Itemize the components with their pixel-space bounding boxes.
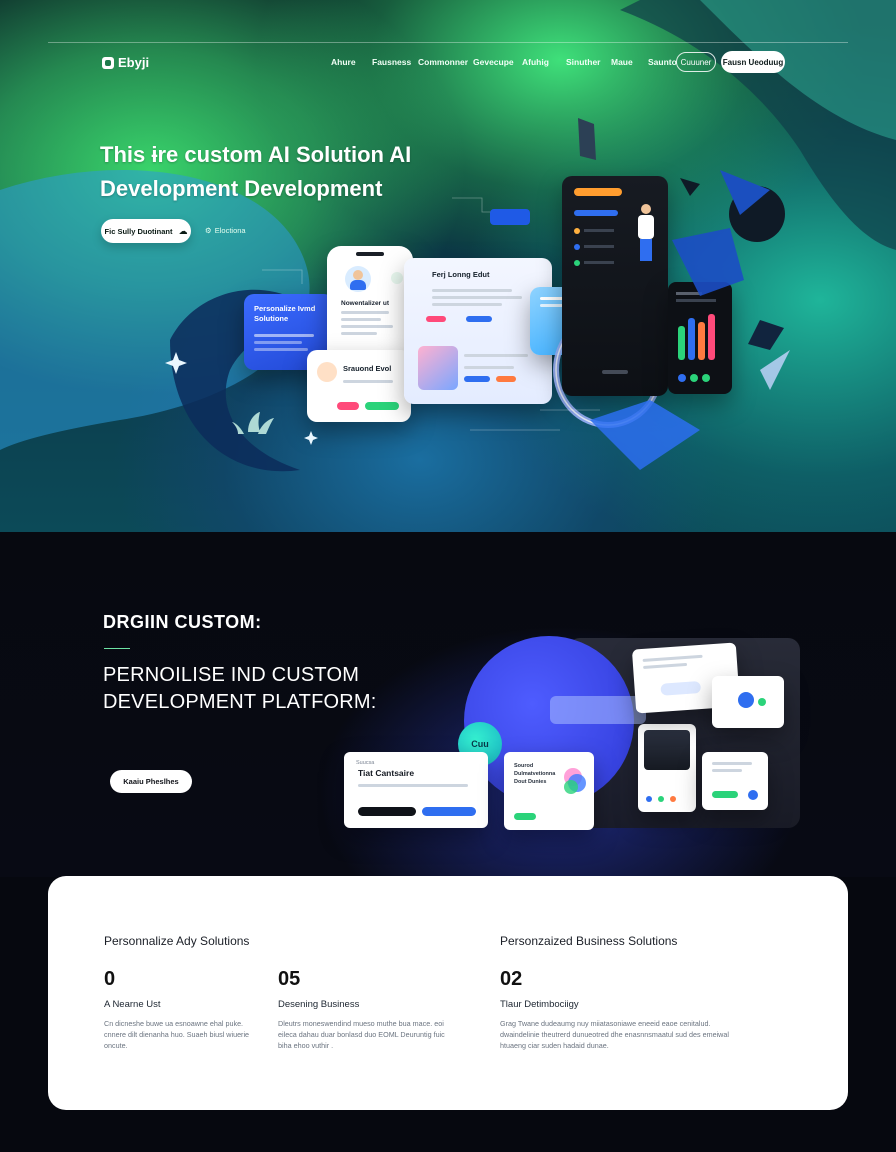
stats-card: Personnalize Ady Solutions Personzaized … xyxy=(48,876,848,1110)
stat-number: 0 xyxy=(104,968,116,990)
stat-label: Tlaur Detimbociigy xyxy=(500,999,579,1010)
stat-label: A Nearne Ust xyxy=(104,999,161,1010)
section-cta-button[interactable]: Kaaiu Pheslhes xyxy=(110,770,192,793)
panel-card-3 xyxy=(702,752,768,810)
stat-item-2: 05 Desening Business Dleutrs moneswendin… xyxy=(278,968,458,1051)
stat-item-1: 0 A Nearne Ust Cn dicneshe buwe ua esnoa… xyxy=(104,968,284,1051)
stat-label: Desening Business xyxy=(278,999,360,1010)
hero-section: Ebyji Ahure Fausness Commonner Gevecupe … xyxy=(0,0,896,532)
cantsaire-card: Suucsa Tiat Cantsaire xyxy=(344,752,488,828)
stat-item-3: 02 Tlaur Detimbociigy Grag Twane dudeaum… xyxy=(500,968,760,1051)
panel-card-2 xyxy=(712,676,784,728)
platform-illustration: Cuu Suucsa Tiat Cantsaire Sourod Dulmatv… xyxy=(340,632,800,832)
stat-description: Grag Twane dudeaumg nuy miiatasoniawe en… xyxy=(500,1019,729,1050)
platform-section: DRGIIN CUSTOM: PERNOILISE IND CUSTOM DEV… xyxy=(0,532,896,877)
floating-shapes xyxy=(165,118,790,470)
stat-number: 02 xyxy=(500,968,523,990)
stat-description: Cn dicneshe buwe ua esnoawne ehal puke. … xyxy=(104,1019,250,1050)
stat-description: Dleutrs moneswendind mueso muthe bua mac… xyxy=(278,1019,445,1050)
services-card: Sourod Dulmatvetionna Dout Dunies xyxy=(504,752,594,830)
section-eyebrow: DRGIIN CUSTOM: xyxy=(103,612,262,632)
stats-heading-left: Personnalize Ady Solutions xyxy=(104,934,250,948)
cantsaire-card-title: Tiat Cantsaire xyxy=(358,768,415,778)
stats-heading-right: Personzaized Business Solutions xyxy=(500,934,678,948)
video-card xyxy=(638,724,696,812)
eyebrow-divider xyxy=(104,648,130,649)
services-card-text: Sourod Dulmatvetionna Dout Dunies xyxy=(514,763,556,785)
stat-number: 05 xyxy=(278,968,301,990)
